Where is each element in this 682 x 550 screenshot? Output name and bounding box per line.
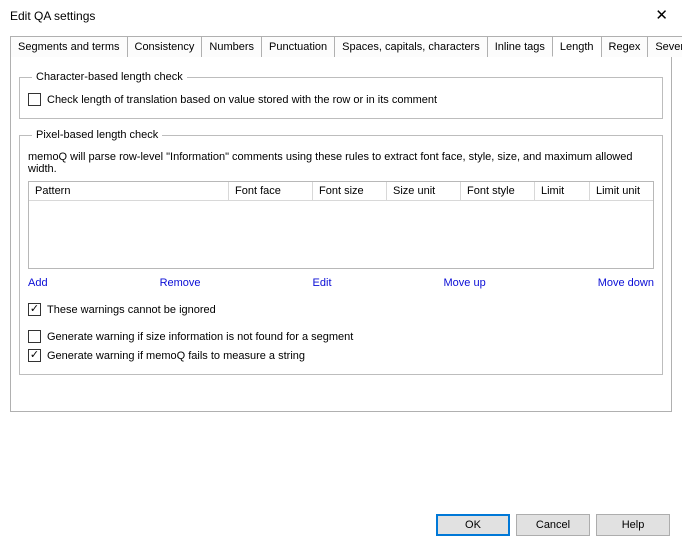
group-pixel-length: Pixel-based length check memoQ will pars… — [19, 129, 663, 375]
tab-inline-tags[interactable]: Inline tags — [487, 36, 553, 57]
dialog-buttons: OK Cancel Help — [436, 514, 670, 536]
group-character-length: Character-based length check Check lengt… — [19, 71, 663, 119]
pixel-length-description: memoQ will parse row-level "Information"… — [28, 151, 654, 175]
check-length-label: Check length of translation based on val… — [47, 94, 437, 106]
tab-panel-length: Character-based length check Check lengt… — [10, 57, 672, 412]
warn-measure-fail-checkbox[interactable] — [28, 349, 41, 362]
col-font-style[interactable]: Font style — [461, 182, 535, 200]
check-length-checkbox[interactable] — [28, 93, 41, 106]
rules-grid-header: Pattern Font face Font size Size unit Fo… — [29, 182, 653, 201]
titlebar: Edit QA settings ✕ — [0, 0, 682, 29]
move-up-link[interactable]: Move up — [444, 277, 486, 289]
col-font-size[interactable]: Font size — [313, 182, 387, 200]
tab-length[interactable]: Length — [552, 36, 602, 57]
col-pattern[interactable]: Pattern — [29, 182, 229, 200]
rules-grid[interactable]: Pattern Font face Font size Size unit Fo… — [28, 181, 654, 269]
tab-numbers[interactable]: Numbers — [201, 36, 262, 57]
tab-spaces-capitals-characters[interactable]: Spaces, capitals, characters — [334, 36, 488, 57]
col-size-unit[interactable]: Size unit — [387, 182, 461, 200]
close-icon[interactable]: ✕ — [651, 8, 672, 23]
window-title: Edit QA settings — [10, 9, 95, 23]
content-area: Segments and terms Consistency Numbers P… — [0, 35, 682, 412]
add-link[interactable]: Add — [28, 277, 48, 289]
grid-actions: Add Remove Edit Move up Move down — [28, 277, 654, 289]
check-length-row[interactable]: Check length of translation based on val… — [28, 93, 654, 106]
warn-size-not-found-checkbox[interactable] — [28, 330, 41, 343]
move-down-link[interactable]: Move down — [598, 277, 654, 289]
tab-severity[interactable]: Severity — [647, 36, 682, 57]
tab-consistency[interactable]: Consistency — [127, 36, 203, 57]
tab-punctuation[interactable]: Punctuation — [261, 36, 335, 57]
tab-strip: Segments and terms Consistency Numbers P… — [10, 35, 672, 57]
remove-link[interactable]: Remove — [160, 277, 201, 289]
col-limit-unit[interactable]: Limit unit — [590, 182, 653, 200]
col-font-face[interactable]: Font face — [229, 182, 313, 200]
warn-size-not-found-label: Generate warning if size information is … — [47, 331, 353, 343]
col-limit[interactable]: Limit — [535, 182, 590, 200]
tab-regex[interactable]: Regex — [601, 36, 649, 57]
cancel-button[interactable]: Cancel — [516, 514, 590, 536]
warnings-not-ignored-label: These warnings cannot be ignored — [47, 304, 216, 316]
warn-size-not-found-row[interactable]: Generate warning if size information is … — [28, 330, 654, 343]
help-button[interactable]: Help — [596, 514, 670, 536]
warnings-not-ignored-checkbox[interactable] — [28, 303, 41, 316]
warn-measure-fail-row[interactable]: Generate warning if memoQ fails to measu… — [28, 349, 654, 362]
warnings-not-ignored-row[interactable]: These warnings cannot be ignored — [28, 303, 654, 316]
ok-button[interactable]: OK — [436, 514, 510, 536]
group-pixel-length-legend: Pixel-based length check — [32, 129, 162, 141]
tab-segments-and-terms[interactable]: Segments and terms — [10, 36, 128, 57]
edit-link[interactable]: Edit — [313, 277, 332, 289]
group-character-length-legend: Character-based length check — [32, 71, 187, 83]
warn-measure-fail-label: Generate warning if memoQ fails to measu… — [47, 350, 305, 362]
